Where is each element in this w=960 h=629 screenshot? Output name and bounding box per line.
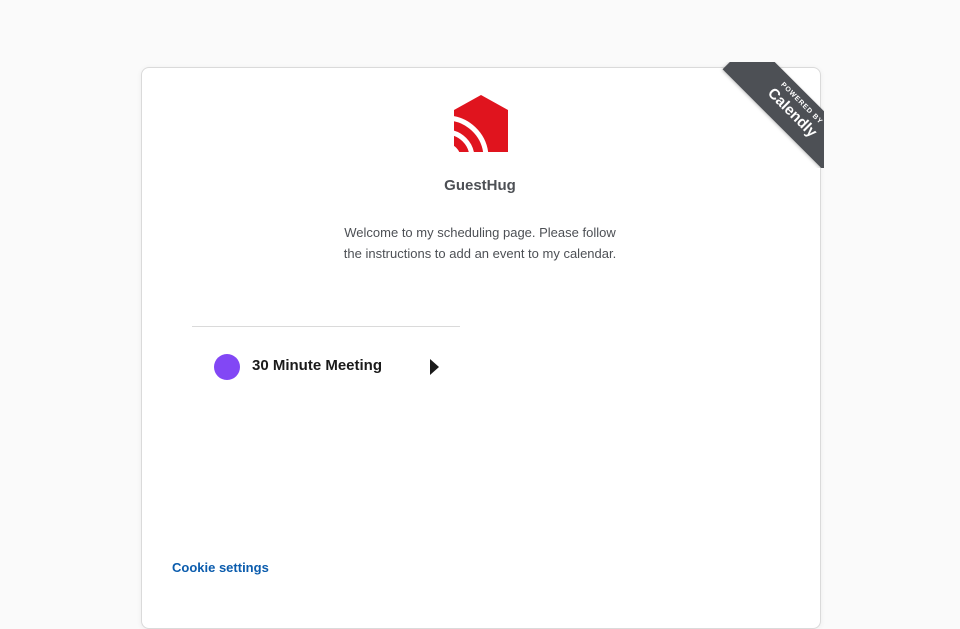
profile-name: GuestHug: [444, 177, 516, 194]
ribbon-band[interactable]: POWERED BY Calendly: [722, 62, 824, 168]
event-list-divider: [192, 326, 460, 327]
guesthug-logo-icon: [454, 95, 508, 152]
event-title: 30 Minute Meeting: [252, 357, 383, 374]
powered-by-ribbon[interactable]: POWERED BY Calendly: [718, 62, 824, 168]
welcome-message: Welcome to my scheduling page. Please fo…: [343, 225, 617, 261]
caret-right-icon: [430, 359, 439, 375]
event-type-30-minute-meeting[interactable]: 30 Minute Meeting: [192, 340, 460, 394]
cookie-settings-link[interactable]: Cookie settings: [172, 560, 269, 575]
event-color-dot: [214, 354, 240, 380]
